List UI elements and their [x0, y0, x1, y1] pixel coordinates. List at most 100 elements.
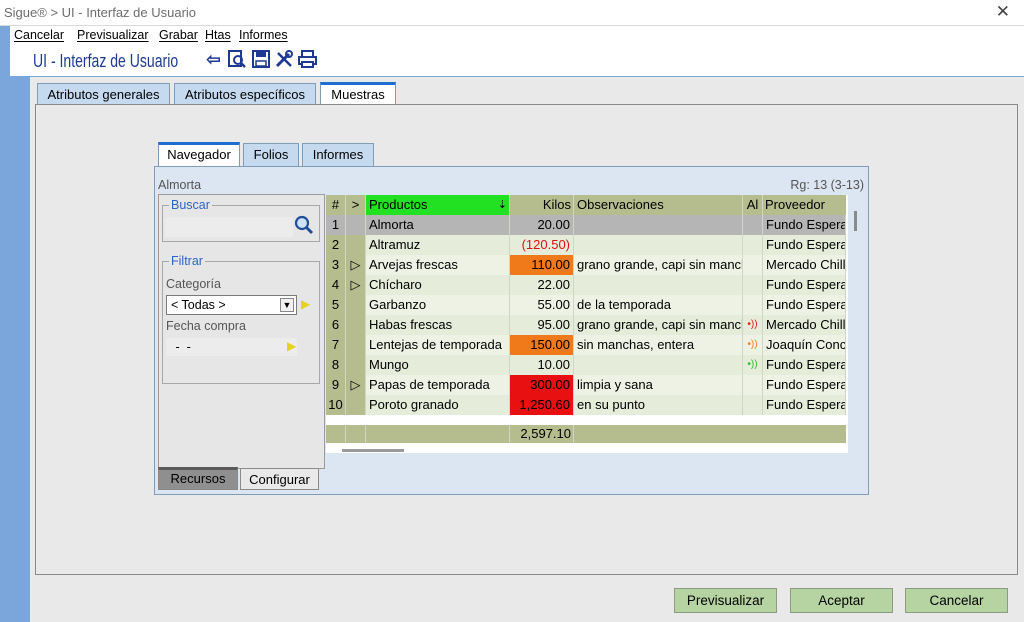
- tab-informes[interactable]: Informes: [302, 143, 374, 167]
- row-arrow-icon[interactable]: [346, 395, 366, 415]
- product-name: Garbanzo: [366, 295, 510, 315]
- row-arrow-icon[interactable]: ▷: [346, 255, 366, 275]
- provider: Fundo Esperar: [763, 375, 846, 395]
- alert-icon[interactable]: [743, 395, 763, 415]
- table-row[interactable]: 7 Lentejas de temporada 150.00 sin manchas,…: [326, 335, 846, 355]
- table-row[interactable]: 3 ▷ Arvejas frescas 110.00 grano grande, cap…: [326, 255, 846, 275]
- row-arrow-icon[interactable]: ▷: [346, 275, 366, 295]
- purchase-date-field[interactable]: - -: [166, 338, 297, 356]
- tab-recursos[interactable]: Recursos: [158, 467, 238, 490]
- kilos-value: 22.00: [510, 275, 574, 295]
- table-row[interactable]: 2 Altramuz (120.50) Fundo Esperar: [326, 235, 846, 255]
- col-header-number[interactable]: #: [326, 195, 346, 215]
- table-row[interactable]: 8 Mungo 10.00 •)) Fundo Esperar: [326, 355, 846, 375]
- product-name: Habas frescas: [366, 315, 510, 335]
- navigator-panel: Almorta Rg: 13 (3-13) Buscar Filtrar Cat…: [154, 166, 869, 495]
- col-header-arrow[interactable]: >: [346, 195, 366, 215]
- tools-icon[interactable]: [273, 49, 294, 71]
- kilos-value: 1,250.60: [510, 395, 574, 415]
- product-name: Mungo: [366, 355, 510, 375]
- menu-informes[interactable]: Informes: [239, 28, 288, 42]
- row-arrow-icon[interactable]: [346, 315, 366, 335]
- category-arrow-icon[interactable]: ▶: [301, 297, 310, 311]
- menu-htas[interactable]: Htas: [205, 28, 231, 42]
- table-row[interactable]: 5 Garbanzo 55.00 de la temporada Fundo Esper…: [326, 295, 846, 315]
- form-header: UI - Interfaz de Usuario ⇦: [10, 45, 1024, 76]
- product-name: Arvejas frescas: [366, 255, 510, 275]
- products-grid: # > Productos ⇣ Kilos Observaciones Al Pr…: [326, 195, 848, 453]
- filter-group: Filtrar Categoría < Todas > ▼ ▶ Fecha co…: [162, 254, 320, 384]
- previsualizar-button[interactable]: Previsualizar: [674, 588, 777, 613]
- category-select[interactable]: < Todas > ▼: [166, 295, 297, 315]
- alert-icon[interactable]: [743, 235, 763, 255]
- main-panel: Atributos generales Atributos específico…: [30, 77, 1024, 622]
- category-value: < Todas >: [171, 298, 226, 312]
- row-number: 5: [326, 295, 346, 315]
- provider: Fundo Esperar: [763, 295, 846, 315]
- col-header-al[interactable]: Al: [743, 195, 763, 215]
- provider: Fundo Esperar: [763, 235, 846, 255]
- table-row[interactable]: 4 ▷ Chícharo 22.00 Fundo Esperar: [326, 275, 846, 295]
- chevron-down-icon[interactable]: ▼: [280, 298, 294, 312]
- row-arrow-icon[interactable]: [346, 235, 366, 255]
- observations: limpia y sana: [574, 375, 743, 395]
- provider: Fundo Esperar: [763, 395, 846, 415]
- tab-navegador[interactable]: Navegador: [158, 142, 240, 167]
- purchase-date-label: Fecha compra: [166, 319, 246, 333]
- tab-configurar[interactable]: Configurar: [240, 468, 319, 490]
- col-header-productos[interactable]: Productos ⇣: [366, 195, 510, 215]
- table-row[interactable]: 6 Habas frescas 95.00 grano grande, capi si…: [326, 315, 846, 335]
- row-arrow-icon[interactable]: [346, 295, 366, 315]
- row-arrow-icon[interactable]: [346, 215, 366, 235]
- grid-total-row: 2,597.10: [326, 425, 846, 443]
- vertical-scrollbar[interactable]: [854, 211, 857, 231]
- alert-icon[interactable]: [743, 275, 763, 295]
- horizontal-scrollbar[interactable]: [342, 449, 404, 452]
- kilos-value: 110.00: [510, 255, 574, 275]
- sort-icon[interactable]: ⇣: [498, 195, 507, 215]
- alert-icon[interactable]: [743, 295, 763, 315]
- kilos-value: 10.00: [510, 355, 574, 375]
- row-arrow-icon[interactable]: [346, 335, 366, 355]
- row-number: 3: [326, 255, 346, 275]
- record-range: Rg: 13 (3-13): [790, 178, 864, 192]
- product-name: Poroto granado: [366, 395, 510, 415]
- title-bar: Sigue® > UI - Interfaz de Usuario ✕: [0, 0, 1024, 26]
- cancelar-button[interactable]: Cancelar: [905, 588, 1008, 613]
- preview-icon[interactable]: [226, 49, 247, 71]
- col-header-proveedor[interactable]: Proveedor: [763, 195, 846, 215]
- alert-icon[interactable]: [743, 375, 763, 395]
- table-row[interactable]: 9 ▷ Papas de temporada 300.00 limpia y sana F…: [326, 375, 846, 395]
- menu-grabar[interactable]: Grabar: [159, 28, 198, 42]
- provider: Fundo Esperar: [763, 355, 846, 375]
- kilos-value: 20.00: [510, 215, 574, 235]
- product-name: Almorta: [366, 215, 510, 235]
- tab-folios[interactable]: Folios: [243, 143, 299, 167]
- close-icon[interactable]: ✕: [996, 2, 1010, 22]
- alert-icon[interactable]: •)): [743, 355, 763, 375]
- print-icon[interactable]: [297, 49, 318, 71]
- table-row[interactable]: 10 Poroto granado 1,250.60 en su punto Fundo…: [326, 395, 846, 415]
- aceptar-button[interactable]: Aceptar: [790, 588, 893, 613]
- alert-icon[interactable]: •)): [743, 335, 763, 355]
- product-name: Chícharo: [366, 275, 510, 295]
- table-row[interactable]: 1 Almorta 20.00 Fundo Esperar: [326, 215, 846, 235]
- search-input[interactable]: [165, 217, 293, 237]
- row-arrow-icon[interactable]: [346, 355, 366, 375]
- alert-icon[interactable]: •)): [743, 315, 763, 335]
- col-header-observaciones[interactable]: Observaciones: [574, 195, 743, 215]
- menu-previsualizar[interactable]: Previsualizar: [77, 28, 149, 42]
- search-icon[interactable]: [293, 214, 315, 239]
- menu-cancelar[interactable]: Cancelar: [14, 28, 64, 42]
- alert-icon[interactable]: [743, 255, 763, 275]
- observations: grano grande, capi sin manchas: [574, 255, 743, 275]
- col-header-kilos[interactable]: Kilos: [510, 195, 574, 215]
- save-icon[interactable]: [250, 49, 271, 71]
- provider: Mercado Chillá: [763, 255, 846, 275]
- observations: de la temporada: [574, 295, 743, 315]
- row-arrow-icon[interactable]: ▷: [346, 375, 366, 395]
- back-icon[interactable]: ⇦: [203, 49, 224, 71]
- alert-icon[interactable]: [743, 215, 763, 235]
- row-number: 9: [326, 375, 346, 395]
- date-arrow-icon[interactable]: ▶: [287, 339, 296, 353]
